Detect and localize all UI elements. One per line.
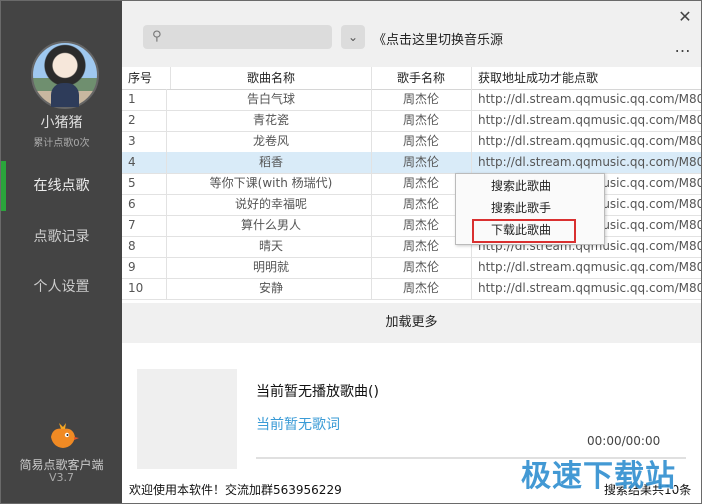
table-row[interactable]: 3 龙卷风 周杰伦 http://dl.stream.qqmusic.qq.com/M…	[122, 131, 701, 153]
now-playing-title: 当前暂无播放歌曲()	[256, 384, 379, 400]
nav-online-request[interactable]: 在线点歌	[1, 161, 122, 211]
cell-number: 4	[122, 152, 167, 173]
menu-item-search-song[interactable]: 搜索此歌曲	[456, 176, 604, 197]
chevron-down-icon: ⌄	[347, 30, 359, 44]
cell-singer: 周杰伦	[371, 89, 472, 110]
table-row[interactable]: 4 稻香 周杰伦 http://dl.stream.qqmusic.qq.com/M8…	[122, 152, 701, 174]
cell-song-name: 稻香	[171, 152, 372, 173]
cell-number: 3	[122, 131, 167, 152]
album-cover	[137, 369, 237, 469]
table-row[interactable]: 2 青花瓷 周杰伦 http://dl.stream.qqmusic.qq.com/M…	[122, 110, 701, 132]
column-header-song[interactable]: 歌曲名称	[171, 67, 372, 89]
cell-number: 8	[122, 236, 167, 257]
table-row[interactable]: 1 告白气球 周杰伦 http://dl.stream.qqmusic.qq.com/…	[122, 89, 701, 111]
search-box[interactable]: ⚲	[143, 25, 332, 49]
cell-number: 7	[122, 215, 167, 236]
song-table: 序号 歌曲名称 歌手名称 获取地址成功才能点歌 1 告白气球 周杰伦 http://d…	[122, 67, 701, 303]
sidebar: 小猪猪 累计点歌0次 在线点歌 点歌记录 个人设置 简易点歌客户端 V3.7	[1, 1, 122, 503]
cell-song-name: 晴天	[171, 236, 372, 257]
nav-online-label: 在线点歌	[33, 178, 90, 194]
nav-history-label: 点歌记录	[33, 229, 90, 245]
cell-song-name: 青花瓷	[171, 110, 372, 131]
cell-song-name: 龙卷风	[171, 131, 372, 152]
table-row[interactable]: 7算什么男人周杰伦http://dl.stream.qqmusic.qq.com…	[122, 215, 701, 237]
cell-song-name: 明明就	[171, 257, 372, 278]
watermark: 极速下载站	[521, 459, 676, 494]
active-indicator	[1, 161, 6, 211]
switch-source-link[interactable]: 《点击这里切换音乐源	[373, 29, 503, 48]
close-button[interactable]: ✕	[672, 7, 698, 27]
cell-number: 10	[122, 278, 167, 299]
more-options-button[interactable]: …	[668, 37, 698, 57]
avatar-figure	[51, 83, 79, 107]
main-panel: ⚲ ⌄ 《点击这里切换音乐源 ✕ … 序号 歌曲名称 歌手名称 获取地址成功才能…	[122, 1, 701, 503]
table-row[interactable]: 6说好的幸福呢周杰伦http://dl.stream.qqmusic.qq.co…	[122, 194, 701, 216]
cell-url: http://dl.stream.qqmusic.qq.com/M800	[478, 260, 701, 274]
column-header-singer[interactable]: 歌手名称	[371, 67, 472, 89]
cell-url: http://dl.stream.qqmusic.qq.com/M800	[478, 134, 701, 148]
cell-singer: 周杰伦	[371, 152, 472, 173]
cell-song-name: 说好的幸福呢	[171, 194, 372, 215]
nav-personal-settings[interactable]: 个人设置	[1, 262, 122, 312]
highlight-box	[472, 219, 576, 243]
top-bar: ⚲ ⌄ 《点击这里切换音乐源 ✕ …	[122, 1, 701, 67]
column-header-number[interactable]: 序号	[122, 67, 171, 89]
menu-item-search-singer[interactable]: 搜索此歌手	[456, 198, 604, 219]
load-more-button[interactable]: 加载更多	[122, 303, 701, 343]
avatar[interactable]	[31, 41, 99, 109]
app-window: 小猪猪 累计点歌0次 在线点歌 点歌记录 个人设置 简易点歌客户端 V3.7 ⚲	[0, 0, 702, 504]
cell-url: http://dl.stream.qqmusic.qq.com/M800	[478, 281, 701, 295]
cell-singer: 周杰伦	[371, 131, 472, 152]
app-version: V3.7	[48, 471, 75, 484]
playback-time: 00:00/00:00	[587, 434, 661, 448]
table-row[interactable]: 8 晴天 周杰伦 http://dl.stream.qqmusic.qq.com/M8…	[122, 236, 701, 258]
cell-url: http://dl.stream.qqmusic.qq.com/M800	[478, 113, 701, 127]
table-row[interactable]: 5等你下课(with 杨瑞代)周杰伦http://dl.stream.qqmus…	[122, 173, 701, 195]
cell-singer: 周杰伦	[371, 278, 472, 299]
cell-number: 2	[122, 110, 167, 131]
cell-singer: 周杰伦	[371, 110, 472, 131]
welcome-message: 欢迎使用本软件！交流加群563956229	[129, 483, 342, 497]
table-row[interactable]: 9 明明就 周杰伦 http://dl.stream.qqmusic.qq.com/M…	[122, 257, 701, 279]
cell-song-name: 算什么男人	[171, 215, 372, 236]
nav-request-history[interactable]: 点歌记录	[1, 212, 122, 262]
nav-settings-label: 个人设置	[33, 279, 90, 295]
cell-song-name: 等你下课(with 杨瑞代)	[171, 173, 372, 194]
lyrics-text: 当前暂无歌词	[256, 417, 340, 433]
cell-url: http://dl.stream.qqmusic.qq.com/M800	[478, 92, 701, 106]
search-icon: ⚲	[152, 29, 162, 44]
request-count: 累计点歌0次	[33, 138, 90, 149]
source-dropdown-button[interactable]: ⌄	[341, 25, 365, 49]
search-input[interactable]	[171, 28, 330, 48]
cell-number: 6	[122, 194, 167, 215]
bird-logo-icon	[51, 423, 79, 448]
cell-url: http://dl.stream.qqmusic.qq.com/M800	[478, 155, 701, 169]
username: 小猪猪	[40, 115, 83, 131]
cell-number: 9	[122, 257, 167, 278]
table-header: 序号 歌曲名称 歌手名称 获取地址成功才能点歌	[122, 67, 701, 90]
cell-number: 5	[122, 173, 167, 194]
cell-number: 1	[122, 89, 167, 110]
context-menu: 搜索此歌曲 搜索此歌手 下载此歌曲	[455, 173, 605, 245]
table-row[interactable]: 10 安静 周杰伦 http://dl.stream.qqmusic.qq.com/M…	[122, 278, 701, 300]
cell-singer: 周杰伦	[371, 257, 472, 278]
cell-song-name: 安静	[171, 278, 372, 299]
column-header-url[interactable]: 获取地址成功才能点歌	[471, 67, 701, 89]
cell-song-name: 告白气球	[171, 89, 372, 110]
